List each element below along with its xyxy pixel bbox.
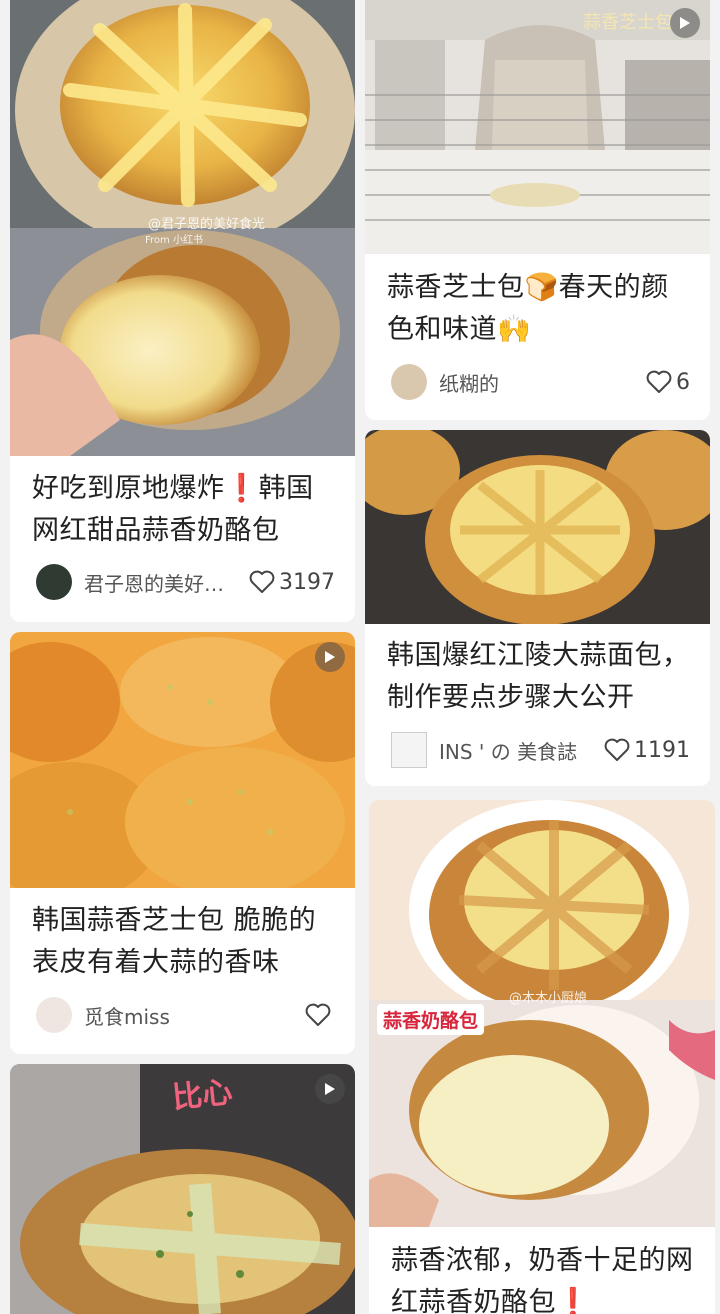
like-button[interactable] bbox=[305, 1003, 335, 1027]
author-avatar[interactable] bbox=[391, 732, 427, 768]
image-watermark-sub: From 小红书 bbox=[145, 235, 203, 246]
note-card[interactable]: 韩国爆红江陵大蒜面包，制作要点步骤大公开 INS ' の 美食誌 1191 bbox=[365, 430, 710, 786]
note-cover-image[interactable]: @君子恩的美好食光 From 小红书 bbox=[10, 0, 355, 456]
note-card[interactable]: 蒜香芝士包 蒜香芝士包🍞春天的颜色和味道🙌 纸糊的 6 bbox=[365, 0, 710, 420]
like-button[interactable]: 1191 bbox=[604, 738, 690, 763]
note-card[interactable]: 蒜香奶酪包 @木木小厨娘 蒜香浓郁，奶香十足的网红蒜香奶酪包❗ bbox=[369, 800, 715, 1314]
like-button[interactable]: 6 bbox=[646, 370, 690, 395]
note-title[interactable]: 蒜香芝士包🍞春天的颜色和味道🙌 bbox=[387, 267, 692, 351]
note-title[interactable]: 蒜香浓郁，奶香十足的网红蒜香奶酪包❗ bbox=[391, 1240, 697, 1314]
note-meta: 觅食miss bbox=[36, 995, 335, 1035]
play-icon bbox=[670, 8, 700, 38]
note-cover-image[interactable]: 蒜香奶酪包 @木木小厨娘 bbox=[369, 800, 715, 1227]
note-title[interactable]: 韩国蒜香芝士包 脆脆的表皮有着大蒜的香味 bbox=[32, 900, 337, 984]
author-name[interactable]: 纸糊的 bbox=[439, 368, 579, 397]
sticker-text: 比心 bbox=[170, 1074, 235, 1117]
cover-badge: 蒜香奶酪包 bbox=[377, 1004, 485, 1035]
author-avatar[interactable] bbox=[36, 997, 72, 1033]
note-cover-image[interactable]: 蒜香芝士包 bbox=[365, 0, 710, 254]
like-count: 6 bbox=[676, 369, 690, 395]
author-name[interactable]: 君子恩的美好食光 bbox=[84, 568, 224, 597]
garlic-bread-tray-photo bbox=[365, 430, 710, 624]
note-cover-image[interactable] bbox=[10, 632, 355, 888]
like-button[interactable]: 3197 bbox=[249, 570, 335, 595]
author-avatar[interactable] bbox=[391, 364, 427, 400]
like-count: 3197 bbox=[279, 569, 335, 595]
video-title-overlay: 蒜香芝士包 bbox=[583, 12, 673, 33]
heart-outline-icon bbox=[249, 570, 275, 593]
waterfall-feed: @君子恩的美好食光 From 小红书 好吃到原地爆炸❗韩国网红甜品蒜香奶酪包 君… bbox=[0, 0, 720, 1314]
author-name[interactable]: 觅食miss bbox=[84, 1001, 224, 1030]
note-meta: 纸糊的 6 bbox=[391, 362, 690, 402]
note-card[interactable]: 比心 bbox=[10, 1064, 355, 1314]
note-meta: 君子恩的美好食光 3197 bbox=[36, 562, 335, 602]
like-count: 1191 bbox=[634, 737, 690, 763]
heart-outline-icon bbox=[604, 738, 630, 761]
heart-outline-icon bbox=[305, 1003, 331, 1026]
kitchen-video-frame bbox=[365, 0, 710, 254]
note-title[interactable]: 好吃到原地爆炸❗韩国网红甜品蒜香奶酪包 bbox=[32, 468, 337, 552]
note-card[interactable]: 韩国蒜香芝士包 脆脆的表皮有着大蒜的香味 觅食miss bbox=[10, 632, 355, 1054]
note-card[interactable]: @君子恩的美好食光 From 小红书 好吃到原地爆炸❗韩国网红甜品蒜香奶酪包 君… bbox=[10, 0, 355, 622]
garlic-buns-video-frame bbox=[10, 632, 355, 888]
heart-outline-icon bbox=[646, 370, 672, 393]
note-title[interactable]: 韩国爆红江陵大蒜面包，制作要点步骤大公开 bbox=[387, 635, 692, 719]
author-avatar[interactable] bbox=[36, 564, 72, 600]
play-icon bbox=[315, 1074, 345, 1104]
note-meta: INS ' の 美食誌 1191 bbox=[391, 730, 690, 770]
note-cover-image[interactable] bbox=[365, 430, 710, 624]
author-name[interactable]: INS ' の 美食誌 bbox=[439, 736, 579, 765]
play-icon bbox=[315, 642, 345, 672]
image-watermark: @君子恩的美好食光 bbox=[148, 217, 266, 232]
image-watermark: @木木小厨娘 bbox=[509, 991, 588, 1006]
note-cover-image[interactable]: 比心 bbox=[10, 1064, 355, 1314]
